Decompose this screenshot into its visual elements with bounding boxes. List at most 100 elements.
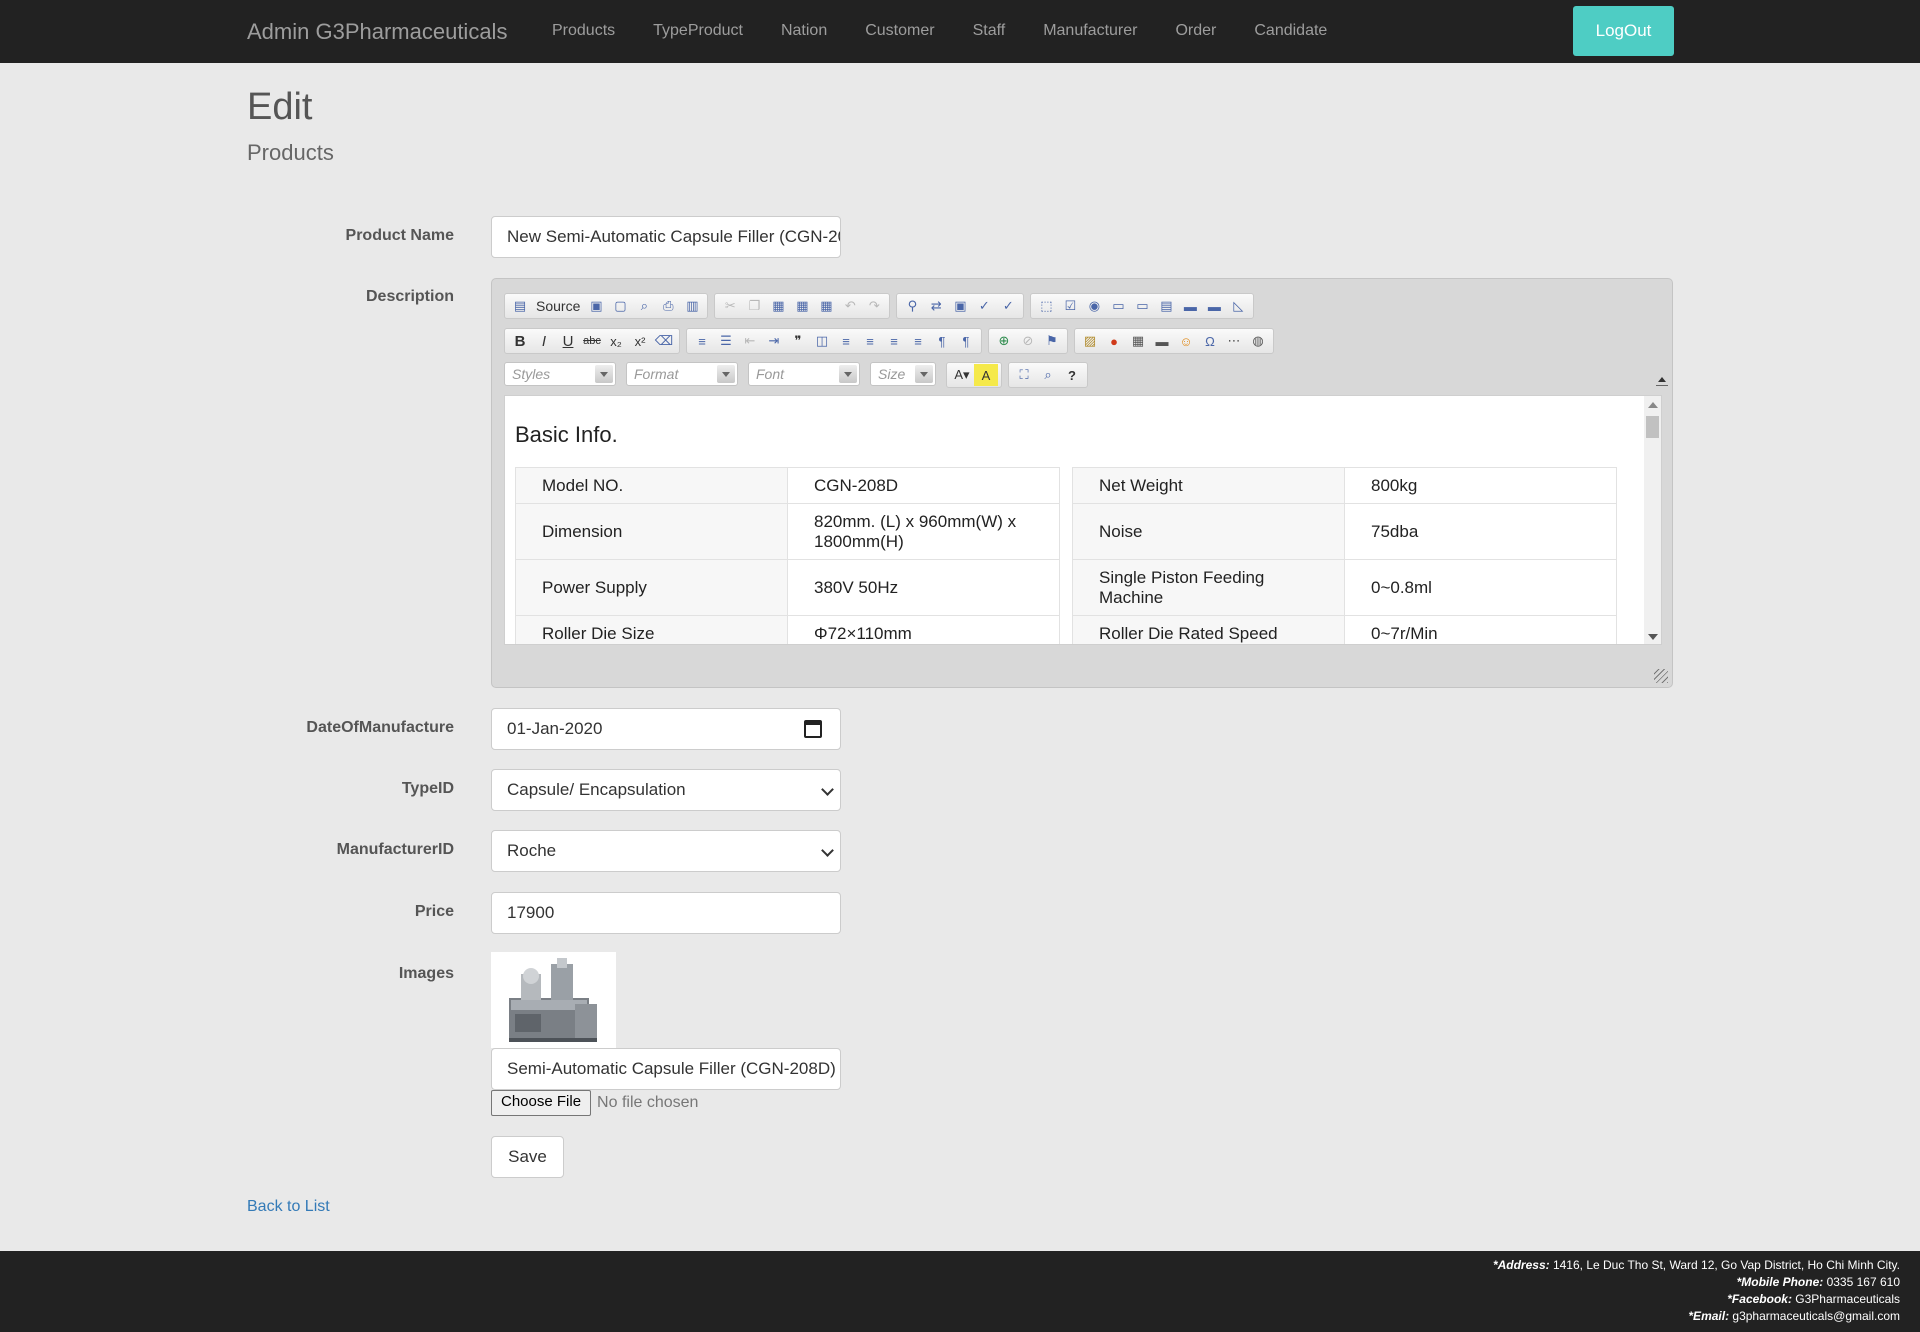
page-break-icon[interactable]: ⋯ bbox=[1222, 330, 1246, 352]
paste-icon[interactable]: ▦ bbox=[766, 295, 790, 317]
remove-format-icon[interactable]: ⌫ bbox=[652, 330, 676, 352]
scroll-up-icon[interactable] bbox=[1648, 402, 1658, 408]
back-to-list-link[interactable]: Back to List bbox=[247, 1198, 330, 1216]
nav-link-order[interactable]: Order bbox=[1156, 0, 1235, 63]
logout-button[interactable]: LogOut bbox=[1573, 6, 1674, 56]
select-field-icon[interactable]: ▤ bbox=[1154, 295, 1178, 317]
price-input[interactable]: 17900 bbox=[491, 892, 841, 934]
strike-icon[interactable]: abc bbox=[580, 330, 604, 352]
cut-icon[interactable]: ✂ bbox=[718, 295, 742, 317]
superscript-icon[interactable]: x² bbox=[628, 330, 652, 352]
unlink-icon[interactable]: ⊘ bbox=[1016, 330, 1040, 352]
calendar-icon[interactable] bbox=[804, 720, 822, 738]
new-page-icon[interactable]: ▢ bbox=[608, 295, 632, 317]
button-field-icon[interactable]: ▬ bbox=[1178, 295, 1202, 317]
scroll-thumb[interactable] bbox=[1646, 416, 1659, 438]
nav-link-nation[interactable]: Nation bbox=[762, 0, 846, 63]
choose-file-button[interactable]: Choose File bbox=[491, 1090, 592, 1116]
chevron-down-icon bbox=[839, 365, 857, 383]
editor-content-area[interactable]: Basic Info. Model NO. CGN-208D Dimension… bbox=[504, 395, 1662, 645]
indent-icon[interactable]: ⇥ bbox=[762, 330, 786, 352]
special-char-icon[interactable]: Ω bbox=[1198, 330, 1222, 352]
hidden-field-icon[interactable]: ◺ bbox=[1226, 295, 1250, 317]
paste-text-icon[interactable]: ▦ bbox=[790, 295, 814, 317]
table-cell-value: 820mm. (L) x 960mm(W) x 1800mm(H) bbox=[787, 503, 1060, 560]
form-icon[interactable]: ⬚ bbox=[1034, 295, 1058, 317]
bg-color-icon[interactable]: A bbox=[974, 364, 998, 386]
brand-link[interactable]: Admin G3Pharmaceuticals bbox=[247, 19, 507, 45]
italic-icon[interactable]: I bbox=[532, 330, 556, 352]
spellcheck-menu-icon[interactable]: ✓ bbox=[996, 295, 1020, 317]
styles-combo[interactable]: Styles bbox=[504, 362, 616, 386]
image-name-input[interactable]: Semi-Automatic Capsule Filler (CGN-208D) bbox=[491, 1048, 841, 1090]
ltr-icon[interactable]: ¶ bbox=[930, 330, 954, 352]
nav-link-customer[interactable]: Customer bbox=[846, 0, 953, 63]
align-right-icon[interactable]: ≡ bbox=[882, 330, 906, 352]
justify-icon[interactable]: ≡ bbox=[906, 330, 930, 352]
collapse-toolbar-icon[interactable] bbox=[1656, 376, 1668, 386]
flash-icon[interactable]: ● bbox=[1102, 330, 1126, 352]
table-cell-value: 380V 50Hz bbox=[787, 559, 1060, 616]
nav-link-candidate[interactable]: Candidate bbox=[1235, 0, 1346, 63]
nav-link-typeproduct[interactable]: TypeProduct bbox=[634, 0, 762, 63]
resize-handle-icon[interactable] bbox=[1654, 669, 1668, 683]
nav-link-manufacturer[interactable]: Manufacturer bbox=[1024, 0, 1156, 63]
scroll-down-icon[interactable] bbox=[1648, 634, 1658, 640]
nav-link-staff[interactable]: Staff bbox=[954, 0, 1025, 63]
rtl-icon[interactable]: ¶ bbox=[954, 330, 978, 352]
image-button-icon[interactable]: ▬ bbox=[1202, 295, 1226, 317]
format-combo[interactable]: Format bbox=[626, 362, 738, 386]
preview-icon[interactable]: ⌕ bbox=[632, 295, 656, 317]
copy-icon[interactable]: ❐ bbox=[742, 295, 766, 317]
undo-icon[interactable]: ↶ bbox=[838, 295, 862, 317]
textfield-icon[interactable]: ▭ bbox=[1106, 295, 1130, 317]
font-combo[interactable]: Font bbox=[748, 362, 860, 386]
maximize-icon[interactable]: ⛶ bbox=[1012, 364, 1036, 386]
address-label: *Address: bbox=[1492, 1258, 1550, 1272]
bold-icon[interactable]: B bbox=[508, 330, 532, 352]
underline-icon[interactable]: U bbox=[556, 330, 580, 352]
horizontal-rule-icon[interactable]: ▬ bbox=[1150, 330, 1174, 352]
print-icon[interactable]: ⎙ bbox=[656, 295, 680, 317]
smiley-icon[interactable]: ☺ bbox=[1174, 330, 1198, 352]
facebook-label: *Facebook: bbox=[1727, 1292, 1792, 1306]
text-color-icon[interactable]: A▾ bbox=[950, 364, 974, 386]
toolbar-group-editing: ⚲ ⇄ ▣ ✓ ✓ bbox=[896, 293, 1025, 319]
image-icon[interactable]: ▨ bbox=[1078, 330, 1102, 352]
nav-link-products[interactable]: Products bbox=[533, 0, 634, 63]
product-name-input[interactable]: New Semi-Automatic Capsule Filler (CGN-2… bbox=[491, 216, 841, 258]
align-left-icon[interactable]: ≡ bbox=[834, 330, 858, 352]
link-icon[interactable]: ⊕ bbox=[992, 330, 1016, 352]
manufacturer-select[interactable]: Roche bbox=[491, 830, 841, 872]
find-icon[interactable]: ⚲ bbox=[900, 295, 924, 317]
textarea-icon[interactable]: ▭ bbox=[1130, 295, 1154, 317]
date-input[interactable]: 01-Jan-2020 bbox=[491, 708, 841, 750]
outdent-icon[interactable]: ⇤ bbox=[738, 330, 762, 352]
anchor-icon[interactable]: ⚑ bbox=[1040, 330, 1064, 352]
save-doc-icon[interactable]: ▣ bbox=[584, 295, 608, 317]
div-container-icon[interactable]: ◫ bbox=[810, 330, 834, 352]
size-combo[interactable]: Size bbox=[870, 362, 936, 386]
paste-word-icon[interactable]: ▦ bbox=[814, 295, 838, 317]
type-select[interactable]: Capsule/ Encapsulation bbox=[491, 769, 841, 811]
source-button[interactable]: Source bbox=[532, 298, 584, 314]
type-select-value: Capsule/ Encapsulation bbox=[507, 780, 686, 799]
table-icon[interactable]: ▦ bbox=[1126, 330, 1150, 352]
spellcheck-icon[interactable]: ✓ bbox=[972, 295, 996, 317]
subscript-icon[interactable]: x₂ bbox=[604, 330, 628, 352]
blockquote-icon[interactable]: ❞ bbox=[786, 330, 810, 352]
about-icon[interactable]: ? bbox=[1060, 364, 1084, 386]
bulleted-list-icon[interactable]: ☰ bbox=[714, 330, 738, 352]
align-center-icon[interactable]: ≡ bbox=[858, 330, 882, 352]
checkbox-icon[interactable]: ☑ bbox=[1058, 295, 1082, 317]
select-all-icon[interactable]: ▣ bbox=[948, 295, 972, 317]
editor-scrollbar[interactable] bbox=[1644, 396, 1661, 644]
radio-icon[interactable]: ◉ bbox=[1082, 295, 1106, 317]
numbered-list-icon[interactable]: ≡ bbox=[690, 330, 714, 352]
iframe-icon[interactable]: ◍ bbox=[1246, 330, 1270, 352]
show-blocks-icon[interactable]: ⌕ bbox=[1036, 364, 1060, 386]
save-button[interactable]: Save bbox=[491, 1136, 564, 1178]
templates-icon[interactable]: ▥ bbox=[680, 295, 704, 317]
redo-icon[interactable]: ↷ bbox=[862, 295, 886, 317]
replace-icon[interactable]: ⇄ bbox=[924, 295, 948, 317]
